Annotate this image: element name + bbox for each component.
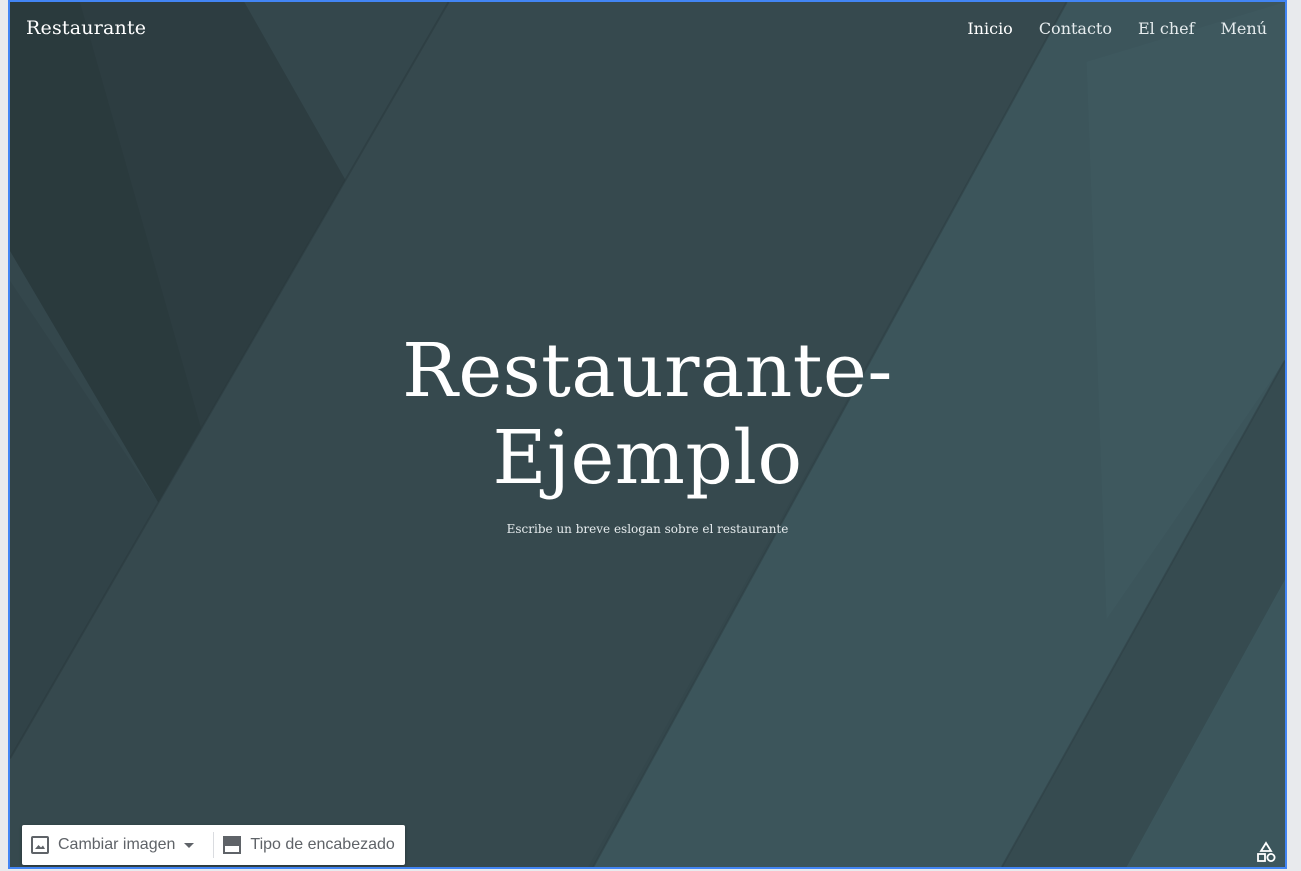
nav-item-contacto[interactable]: Contacto (1039, 19, 1112, 38)
nav-item-inicio[interactable]: Inicio (967, 19, 1012, 38)
caret-down-icon (184, 843, 195, 848)
header-edit-toolbar: Cambiar imagen Tipo de encabezado (22, 825, 405, 865)
shapes-icon[interactable] (1255, 841, 1277, 867)
hero-title-line-2: Ejemplo (492, 415, 803, 501)
header-layout-icon (223, 836, 242, 854)
change-image-label: Cambiar imagen (58, 836, 176, 853)
header-type-label: Tipo de encabezado (250, 836, 395, 853)
nav-item-el-chef[interactable]: El chef (1138, 19, 1195, 38)
image-icon (31, 836, 49, 854)
hero-title[interactable]: Restaurante- Ejemplo (10, 328, 1285, 502)
hero: Restaurante- Ejemplo Escribe un breve es… (10, 328, 1285, 536)
header-type-button[interactable]: Tipo de encabezado (214, 825, 404, 865)
top-navigation: Inicio Contacto El chef Menú (967, 19, 1267, 38)
change-image-button[interactable]: Cambiar imagen (22, 825, 213, 865)
hero-subtitle[interactable]: Escribe un breve eslogan sobre el restau… (10, 522, 1285, 536)
nav-item-menu[interactable]: Menú (1221, 19, 1267, 38)
hero-title-line-1: Restaurante- (402, 328, 893, 414)
site-title[interactable]: Restaurante (26, 17, 146, 39)
header-section[interactable]: Restaurante Inicio Contacto El chef Menú… (8, 0, 1287, 869)
